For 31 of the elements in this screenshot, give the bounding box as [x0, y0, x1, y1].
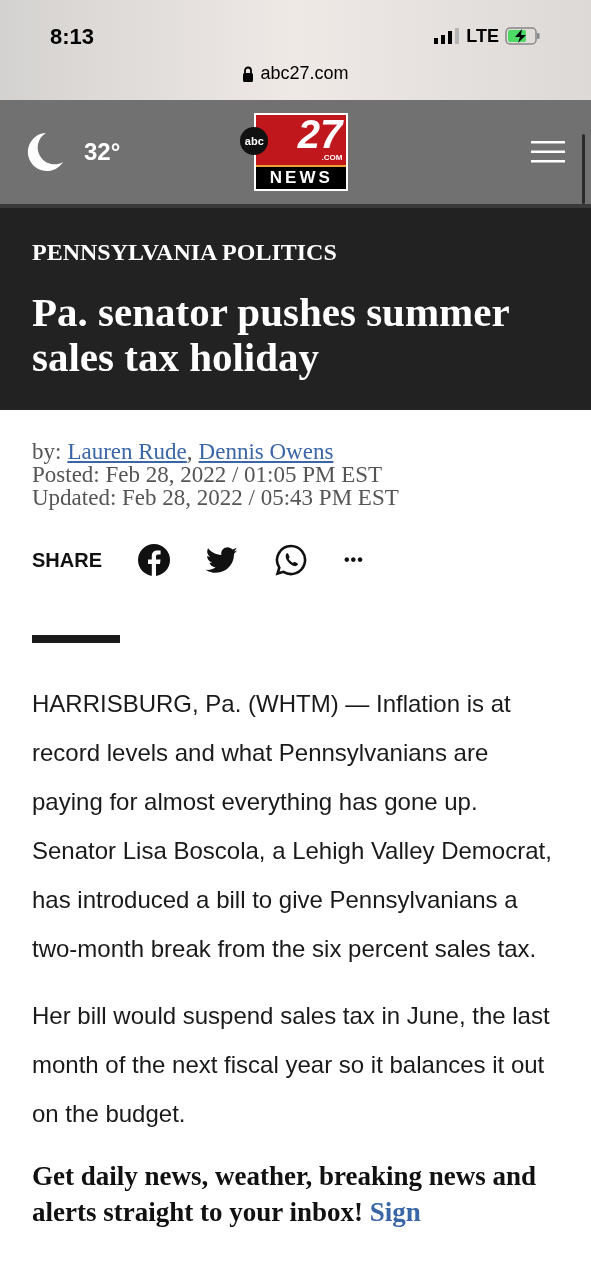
lock-icon [242, 65, 255, 82]
signal-icon [434, 28, 461, 44]
logo-channel: 27 [297, 115, 343, 153]
share-label: SHARE [32, 548, 102, 573]
author-link[interactable]: Lauren Rude [67, 440, 187, 463]
byline-separator: , [186, 440, 193, 463]
twitter-icon[interactable] [206, 546, 238, 574]
author-link[interactable]: Dennis Owens [198, 440, 334, 463]
scroll-indicator [582, 134, 585, 204]
moon-icon [26, 132, 64, 172]
category-label[interactable]: PENNSYLVANIA POLITICS [32, 234, 559, 270]
byline-prefix: by: [32, 440, 62, 463]
more-button[interactable]: ••• [344, 548, 364, 572]
status-time: 8:13 [50, 22, 95, 51]
sign-up-link[interactable]: Sign [369, 1197, 421, 1227]
updated-date: Updated: Feb 28, 2022 / 05:43 PM EST [32, 486, 400, 509]
logo-network: abc [240, 127, 269, 155]
logo-domain: .COM [321, 153, 343, 163]
article-headline: Pa. senator pushes summer sales tax holiday [32, 290, 510, 380]
menu-icon[interactable] [531, 141, 565, 163]
battery-charging-icon [505, 27, 541, 45]
posted-date: Posted: Feb 28, 2022 / 01:05 PM EST [32, 463, 384, 486]
newsletter-prompt: Get daily news, weather, breaking news and alerts straight to your inbox! Sign [32, 1160, 538, 1229]
url-text[interactable]: abc27.com [260, 60, 349, 87]
logo-label: NEWS [256, 167, 347, 189]
whatsapp-icon[interactable] [274, 543, 308, 577]
facebook-icon[interactable] [138, 544, 170, 576]
article-paragraph: HARRISBURG, Pa. (WHTM) — Inflation is at record levels and what Pennsylvanians are paying for almost everything has gone up. Senator Lisa Boscola, a Lehigh Valley Democrat, has introduced a bill to give Pennsylvanians a two-month break from the six percent sales tax. [32, 689, 553, 964]
article-paragraph: Her bill would suspend sales tax in June, the last month of the next fiscal year so it balances it out on the budget. [32, 1001, 551, 1129]
network-label: LTE [466, 24, 499, 48]
temperature: 32° [84, 137, 121, 167]
